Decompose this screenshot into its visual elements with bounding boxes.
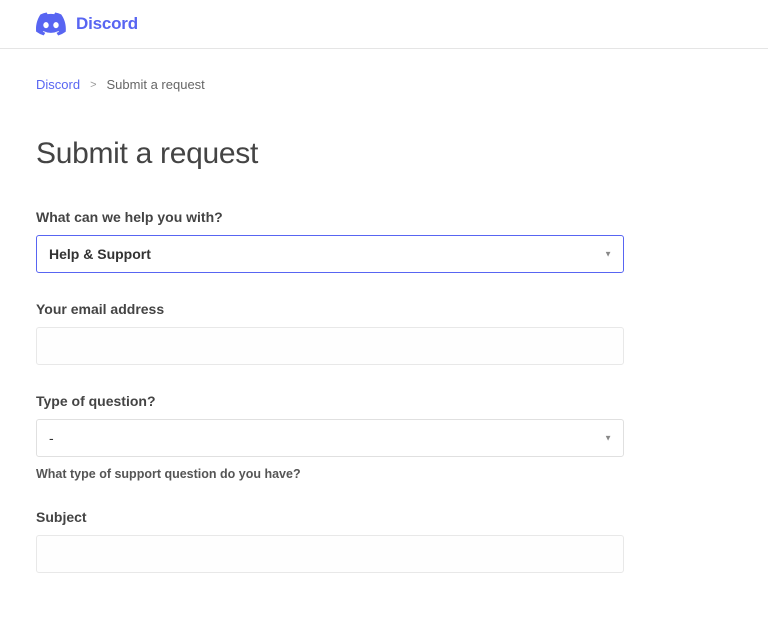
breadcrumb: Discord > Submit a request	[36, 77, 732, 92]
discord-logo-icon[interactable]	[36, 12, 66, 36]
question-type-group: Type of question? - ▼ What type of suppo…	[36, 393, 732, 481]
breadcrumb-separator: >	[90, 79, 96, 91]
breadcrumb-home-link[interactable]: Discord	[36, 77, 80, 92]
subject-input[interactable]	[36, 535, 624, 573]
help-topic-select[interactable]: Help & Support	[36, 235, 624, 273]
subject-group: Subject	[36, 509, 732, 573]
email-input[interactable]	[36, 327, 624, 365]
question-type-help-text: What type of support question do you hav…	[36, 467, 732, 481]
question-type-select-wrapper: - ▼	[36, 419, 624, 457]
subject-label: Subject	[36, 509, 732, 525]
question-type-label: Type of question?	[36, 393, 732, 409]
question-type-value: -	[49, 430, 54, 446]
help-topic-value: Help & Support	[49, 246, 151, 262]
brand-name[interactable]: Discord	[76, 14, 138, 34]
email-label: Your email address	[36, 301, 732, 317]
help-topic-select-wrapper: Help & Support ▼	[36, 235, 624, 273]
content-area: Discord > Submit a request Submit a requ…	[0, 49, 768, 641]
header: Discord	[0, 0, 768, 49]
breadcrumb-current: Submit a request	[107, 77, 205, 92]
email-group: Your email address	[36, 301, 732, 365]
page-title: Submit a request	[36, 137, 732, 171]
question-type-select[interactable]: -	[36, 419, 624, 457]
help-topic-label: What can we help you with?	[36, 209, 732, 225]
help-topic-group: What can we help you with? Help & Suppor…	[36, 209, 732, 273]
